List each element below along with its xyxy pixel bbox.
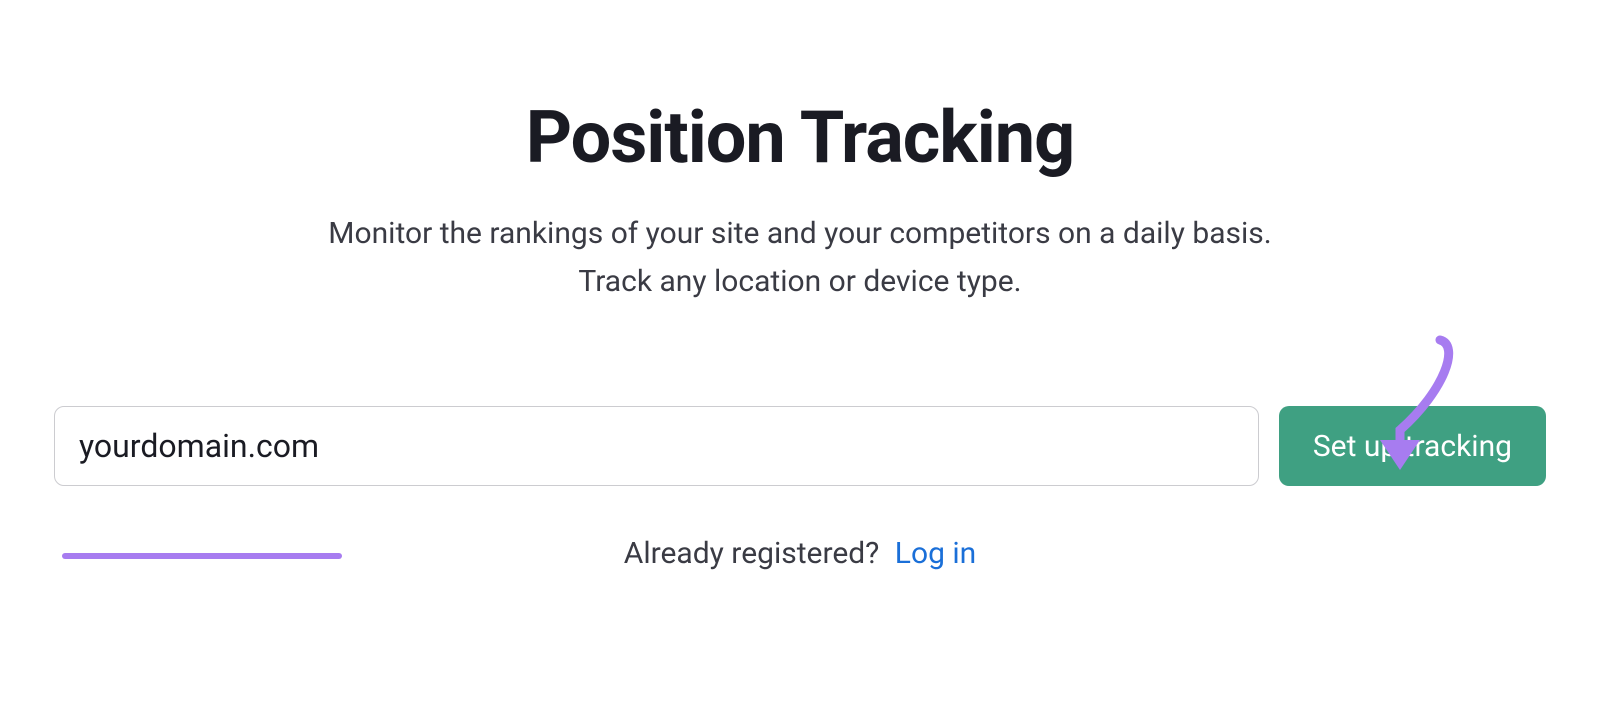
page-title: Position Tracking	[50, 95, 1550, 180]
annotation-arrow-icon	[1330, 330, 1460, 494]
input-highlight-underline	[62, 553, 342, 559]
login-link[interactable]: Log in	[895, 536, 976, 571]
already-registered-text: Already registered?	[624, 536, 880, 571]
domain-input[interactable]	[54, 406, 1259, 486]
subtitle-line-1: Monitor the rankings of your site and yo…	[328, 216, 1271, 251]
subtitle-line-2: Track any location or device type.	[578, 264, 1021, 299]
page-subtitle: Monitor the rankings of your site and yo…	[50, 210, 1550, 306]
tracking-form: Set up tracking	[50, 406, 1550, 486]
